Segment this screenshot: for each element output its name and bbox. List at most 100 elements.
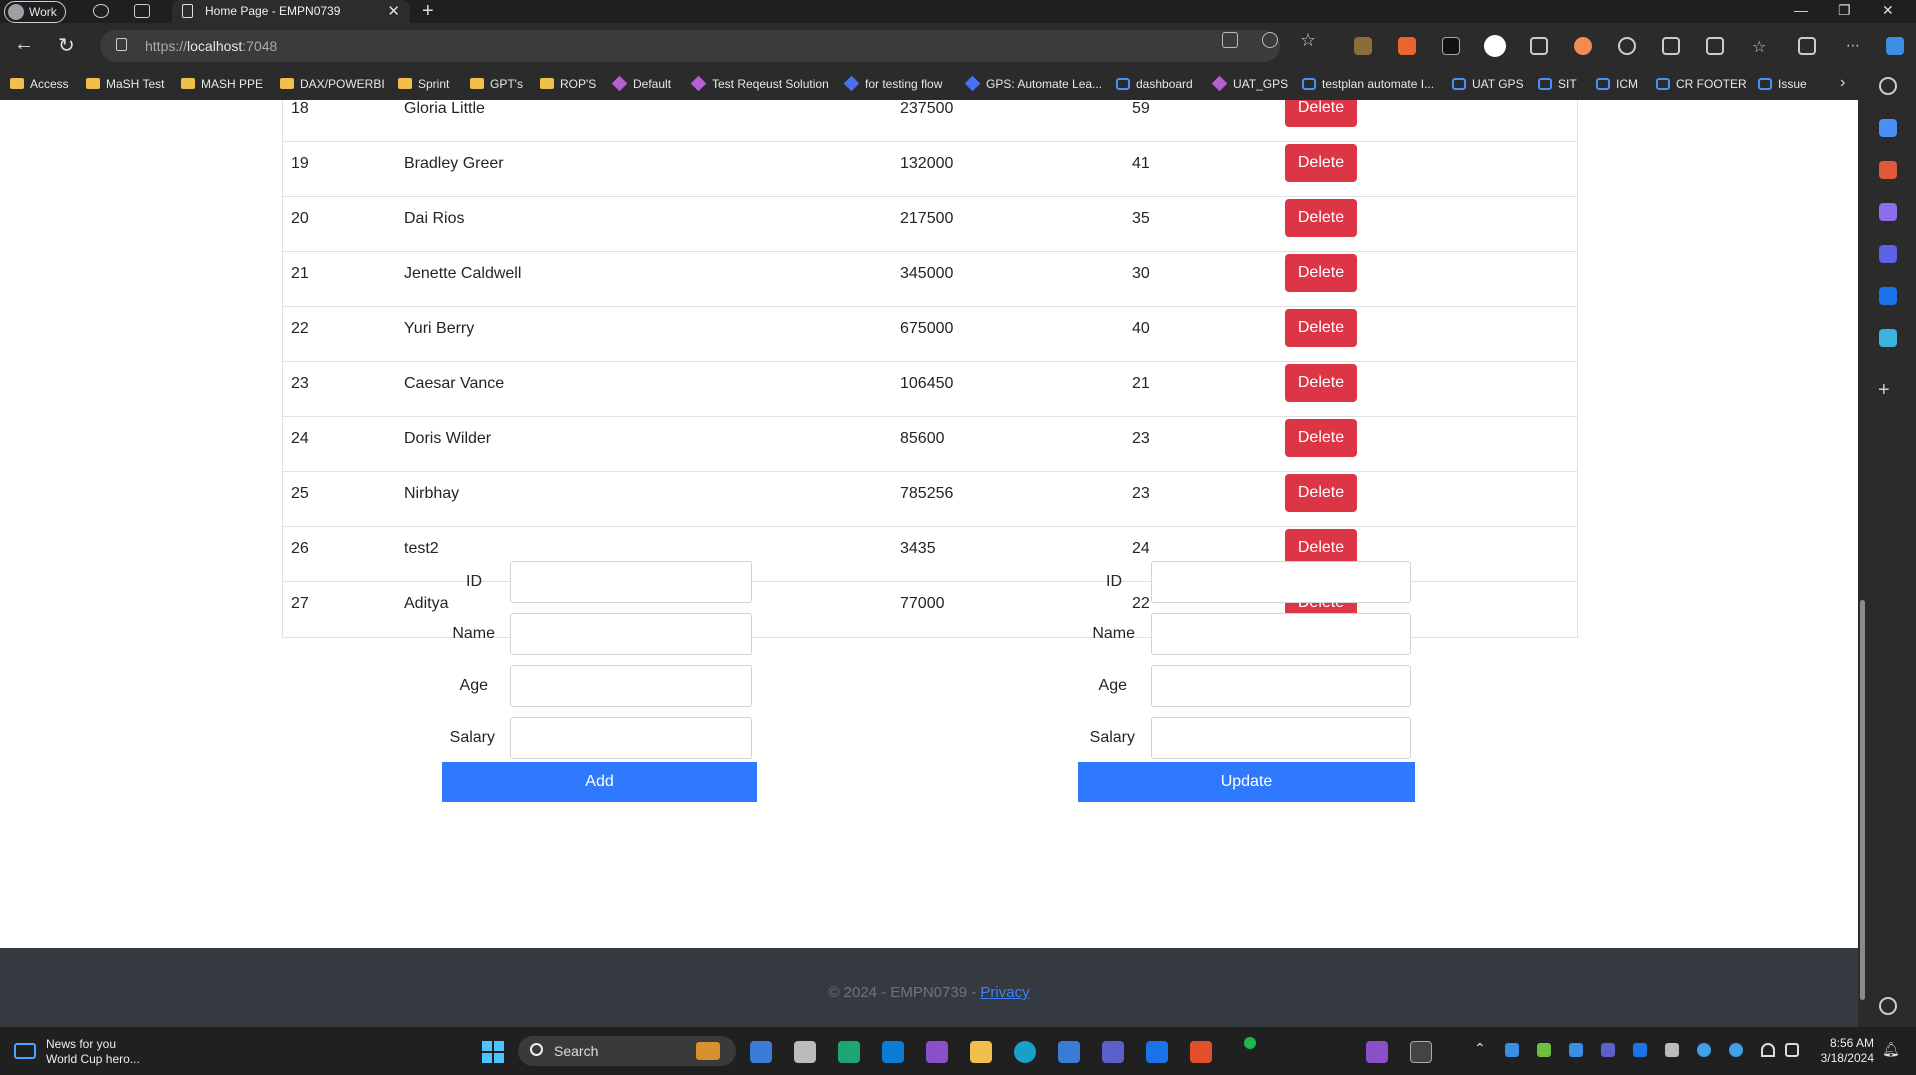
page-scrollbar[interactable] bbox=[1858, 100, 1866, 1027]
minimize-icon[interactable]: — bbox=[1794, 2, 1808, 18]
terminal-icon[interactable] bbox=[1410, 1041, 1432, 1063]
tab-actions-icon[interactable] bbox=[134, 4, 150, 18]
update-age-input[interactable] bbox=[1151, 665, 1411, 707]
copilot-icon[interactable] bbox=[1886, 37, 1904, 55]
bookmark-testing-flow[interactable]: for testing flow bbox=[843, 75, 942, 92]
back-icon[interactable]: ← bbox=[14, 33, 34, 56]
tray-app2-icon[interactable] bbox=[1537, 1043, 1551, 1057]
screenshot-icon[interactable] bbox=[1662, 37, 1680, 55]
bookmark-default[interactable]: Default bbox=[611, 75, 671, 92]
favorites-icon[interactable]: ☆ bbox=[1752, 37, 1770, 56]
refresh-icon[interactable]: ↻ bbox=[58, 33, 75, 58]
extension-swift-icon[interactable] bbox=[1398, 37, 1416, 55]
translate-icon[interactable] bbox=[1222, 32, 1238, 48]
bookmark-uat-gps[interactable]: UAT GPS bbox=[1452, 77, 1524, 91]
extension-circle-icon[interactable] bbox=[1618, 37, 1636, 55]
system-clock[interactable]: 8:56 AM 3/18/2024 bbox=[1818, 1036, 1874, 1066]
delete-button[interactable]: Delete bbox=[1285, 100, 1357, 127]
wifi-icon[interactable] bbox=[1761, 1043, 1775, 1057]
bookmark-mash-ppe[interactable]: MASH PPE bbox=[181, 77, 263, 91]
tray-usb-icon[interactable] bbox=[1665, 1043, 1679, 1057]
bookmark-rops[interactable]: ROP'S bbox=[540, 77, 596, 91]
extension-orange-icon[interactable] bbox=[1574, 37, 1592, 55]
close-tab-icon[interactable]: ✕ bbox=[387, 2, 400, 20]
start-windows-icon[interactable] bbox=[482, 1041, 504, 1063]
bookmark-cr-footer[interactable]: CR FOOTER bbox=[1656, 77, 1747, 91]
sidebar-tools-icon[interactable] bbox=[1879, 161, 1897, 179]
tray-app3-icon[interactable] bbox=[1569, 1043, 1583, 1057]
bookmark-access[interactable]: Access bbox=[10, 77, 69, 91]
sidebar-outlook-icon[interactable] bbox=[1879, 287, 1897, 305]
bookmark-test-request[interactable]: Test Reqeust Solution bbox=[690, 75, 829, 92]
restore-icon[interactable]: ❐ bbox=[1838, 2, 1851, 19]
tray-outlook-icon[interactable] bbox=[1633, 1043, 1647, 1057]
bookmark-sprint[interactable]: Sprint bbox=[398, 77, 449, 91]
edge-icon[interactable] bbox=[1014, 1041, 1036, 1063]
privacy-link[interactable]: Privacy bbox=[980, 984, 1029, 1001]
new-tab-icon[interactable]: + bbox=[422, 0, 434, 23]
status-dot-icon[interactable] bbox=[1244, 1037, 1256, 1049]
delete-button[interactable]: Delete bbox=[1285, 254, 1357, 292]
notification-bell-icon[interactable]: 🔔︎ bbox=[1882, 1041, 1900, 1058]
add-age-input[interactable] bbox=[510, 665, 752, 707]
sidebar-drop-icon[interactable] bbox=[1879, 329, 1897, 347]
favorite-star-icon[interactable]: ☆ bbox=[1300, 30, 1316, 51]
tray-teams-icon[interactable] bbox=[1601, 1043, 1615, 1057]
file-explorer-icon[interactable] bbox=[970, 1041, 992, 1063]
add-id-input[interactable] bbox=[510, 561, 752, 603]
share-extension-icon[interactable] bbox=[1484, 35, 1506, 57]
sidebar-copilot-icon[interactable] bbox=[1879, 119, 1897, 137]
tray-chevron-icon[interactable]: ⌃ bbox=[1474, 1040, 1486, 1057]
scrollbar-thumb[interactable] bbox=[1860, 600, 1865, 1000]
sidebar-search-icon[interactable] bbox=[1879, 77, 1897, 95]
onedrive-2-icon[interactable] bbox=[1729, 1043, 1743, 1057]
workspaces-icon[interactable] bbox=[93, 4, 109, 18]
delete-button[interactable]: Delete bbox=[1285, 364, 1357, 402]
bookmark-mash-test[interactable]: MaSH Test bbox=[86, 77, 164, 91]
delete-button[interactable]: Delete bbox=[1285, 474, 1357, 512]
browser-tab-home[interactable]: Home Page - EMPN0739 ✕ bbox=[172, 0, 410, 23]
read-aloud-icon[interactable] bbox=[1262, 32, 1278, 48]
vscode-green-icon[interactable] bbox=[838, 1041, 860, 1063]
bookmark-issue[interactable]: Issue bbox=[1758, 77, 1807, 91]
taskbar-search[interactable]: Search bbox=[518, 1036, 736, 1066]
sidebar-m365-icon[interactable] bbox=[1879, 245, 1897, 263]
bookmark-gps-automate[interactable]: GPS: Automate Lea... bbox=[964, 75, 1102, 92]
delete-button[interactable]: Delete bbox=[1285, 144, 1357, 182]
add-button[interactable]: Add bbox=[442, 762, 757, 802]
update-button[interactable]: Update bbox=[1078, 762, 1415, 802]
onedrive-icon[interactable] bbox=[1697, 1043, 1711, 1057]
outlook-icon[interactable] bbox=[1146, 1041, 1168, 1063]
visual-studio-2-icon[interactable] bbox=[1366, 1041, 1388, 1063]
brave-icon[interactable] bbox=[1190, 1041, 1212, 1063]
sidebar-settings-icon[interactable] bbox=[1879, 997, 1897, 1015]
bookmark-icm[interactable]: ICM bbox=[1596, 77, 1638, 91]
update-salary-input[interactable] bbox=[1151, 717, 1411, 759]
delete-button[interactable]: Delete bbox=[1285, 419, 1357, 457]
add-name-input[interactable] bbox=[510, 613, 752, 655]
sidebar-games-icon[interactable] bbox=[1879, 203, 1897, 221]
sidebar-add-icon[interactable]: + bbox=[1878, 379, 1890, 402]
close-window-icon[interactable]: ✕ bbox=[1882, 2, 1894, 19]
extension-window-icon[interactable] bbox=[1530, 37, 1548, 55]
bookmark-dashboard[interactable]: dashboard bbox=[1116, 77, 1193, 91]
store-icon[interactable] bbox=[1058, 1041, 1080, 1063]
vscode-icon[interactable] bbox=[882, 1041, 904, 1063]
collections-icon[interactable] bbox=[1798, 37, 1816, 55]
address-bar[interactable]: https://localhost:7048 bbox=[100, 30, 1280, 62]
more-options-icon[interactable]: ⋯ bbox=[1846, 37, 1864, 55]
extension-icon[interactable] bbox=[1354, 37, 1372, 55]
delete-button[interactable]: Delete bbox=[1285, 309, 1357, 347]
bookmark-gpts[interactable]: GPT's bbox=[470, 77, 523, 91]
volume-icon[interactable] bbox=[1785, 1043, 1799, 1057]
task-view-icon[interactable] bbox=[794, 1041, 816, 1063]
update-name-input[interactable] bbox=[1151, 613, 1411, 655]
bookmark-uat-gps-underscore[interactable]: UAT_GPS bbox=[1211, 75, 1288, 92]
visual-studio-icon[interactable] bbox=[926, 1041, 948, 1063]
teams-icon[interactable] bbox=[1102, 1041, 1124, 1063]
tray-app1-icon[interactable] bbox=[1505, 1043, 1519, 1057]
add-salary-input[interactable] bbox=[510, 717, 752, 759]
copilot-taskbar-icon[interactable] bbox=[750, 1041, 772, 1063]
delete-button[interactable]: Delete bbox=[1285, 199, 1357, 237]
bookmark-sit[interactable]: SIT bbox=[1538, 77, 1577, 91]
